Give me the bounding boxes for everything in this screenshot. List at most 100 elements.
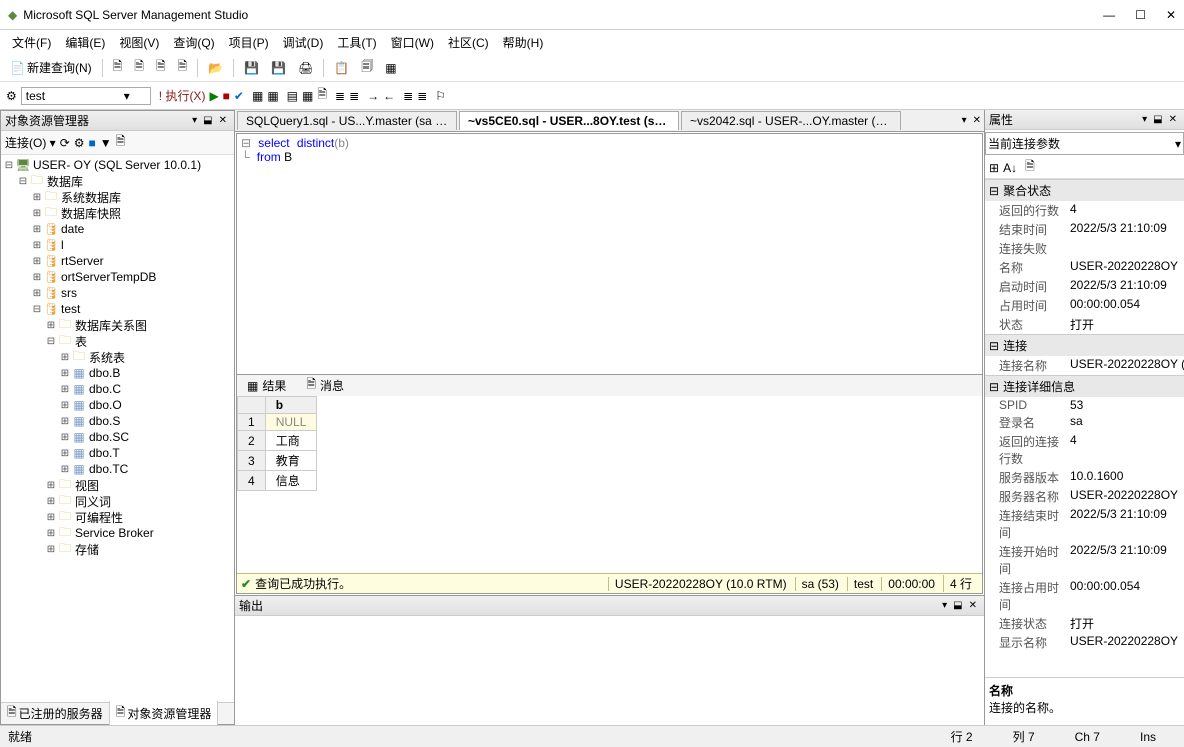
storage-node[interactable]: 存储 xyxy=(73,541,99,558)
open-button[interactable]: 📂 xyxy=(204,59,227,77)
programmability-node[interactable]: 可编程性 xyxy=(73,509,123,526)
tool-icon[interactable]: 🖨 xyxy=(294,59,317,77)
tool-icon[interactable]: ⚙ xyxy=(74,136,85,150)
pin-icon[interactable]: ⬓ xyxy=(200,115,215,126)
results-grid-button[interactable]: ▦ xyxy=(302,89,313,103)
tab-results[interactable]: ▦ 结果 xyxy=(237,375,296,396)
menu-community[interactable]: 社区(C) xyxy=(442,32,495,53)
connect-button[interactable]: 连接(O) ▾ xyxy=(5,134,56,151)
tool-icon[interactable]: ≣ xyxy=(403,89,413,103)
prop-row[interactable]: 返回的连接行数4 xyxy=(985,432,1184,468)
db-select[interactable]: test ▾ xyxy=(21,87,151,105)
db-node[interactable]: rtServer xyxy=(59,254,104,268)
menu-project[interactable]: 项目(P) xyxy=(223,32,275,53)
filter-icon[interactable]: ▼ xyxy=(100,136,112,150)
close-icon[interactable]: ✕ xyxy=(216,115,230,126)
close-button[interactable]: ✕ xyxy=(1166,8,1176,22)
close-icon[interactable]: ✕ xyxy=(1166,114,1180,125)
prop-row[interactable]: 连接开始时间2022/5/3 21:10:09 xyxy=(985,542,1184,578)
result-grid[interactable]: b 1NULL 2工商 3教育 4信息 xyxy=(237,396,982,573)
outdent-button[interactable]: ← xyxy=(383,89,395,103)
execute-button[interactable]: ! 执行(X) xyxy=(159,87,206,104)
results-text-button[interactable]: ▤ xyxy=(287,89,298,103)
tool-icon[interactable]: ■ xyxy=(89,136,96,150)
save-button[interactable]: 💾 xyxy=(240,59,263,77)
prop-category-aggregate[interactable]: ⊟ 聚合状态 xyxy=(985,179,1184,201)
tool-icon[interactable]: ≣ xyxy=(417,89,427,103)
stop-button[interactable]: ■ xyxy=(223,89,230,103)
menu-window[interactable]: 窗口(W) xyxy=(385,32,440,53)
cell[interactable]: NULL xyxy=(265,414,317,431)
tool-icon[interactable]: 🗎 xyxy=(174,55,192,80)
prop-row[interactable]: 显示名称USER-20220228OY xyxy=(985,633,1184,652)
tool-icon[interactable]: 🗎 xyxy=(130,55,148,80)
prop-row[interactable]: 连接名称USER-20220228OY ( xyxy=(985,356,1184,375)
prop-row[interactable]: 状态打开 xyxy=(985,315,1184,334)
table-node[interactable]: dbo.SC xyxy=(87,430,129,444)
categorize-icon[interactable]: ⊞ xyxy=(989,161,999,175)
menu-edit[interactable]: 编辑(E) xyxy=(59,32,111,53)
table-node[interactable]: dbo.C xyxy=(87,382,121,396)
prop-row[interactable]: 连接占用时间00:00:00.054 xyxy=(985,578,1184,614)
prop-row[interactable]: 结束时间2022/5/3 21:10:09 xyxy=(985,220,1184,239)
cell[interactable]: 工商 xyxy=(265,431,317,451)
table-node[interactable]: dbo.TC xyxy=(87,462,128,476)
prop-row[interactable]: 连接状态打开 xyxy=(985,614,1184,633)
save-all-button[interactable]: 💾 xyxy=(267,59,290,77)
menu-file[interactable]: 文件(F) xyxy=(6,32,57,53)
doc-tab[interactable]: ~vs2042.sql - USER-...OY.master (sa (52)… xyxy=(681,111,901,130)
prop-row[interactable]: 连接失败 xyxy=(985,239,1184,258)
table-node[interactable]: dbo.T xyxy=(87,446,120,460)
menu-view[interactable]: 视图(V) xyxy=(113,32,165,53)
prop-category-conndetail[interactable]: ⊟ 连接详细信息 xyxy=(985,375,1184,397)
prop-row[interactable]: 连接结束时间2022/5/3 21:10:09 xyxy=(985,506,1184,542)
maximize-button[interactable]: ☐ xyxy=(1135,8,1146,22)
output-body[interactable] xyxy=(235,616,984,724)
prop-row[interactable]: 登录名sa xyxy=(985,413,1184,432)
prop-row[interactable]: 占用时间00:00:00.054 xyxy=(985,296,1184,315)
tool-icon[interactable]: 🗎 xyxy=(152,55,170,80)
prop-category-connection[interactable]: ⊟ 连接 xyxy=(985,334,1184,356)
comment-button[interactable]: ≣ xyxy=(335,89,345,103)
sys-db-node[interactable]: 系统数据库 xyxy=(59,189,121,206)
cell[interactable]: 信息 xyxy=(265,471,317,491)
prop-page-icon[interactable]: 🗎 xyxy=(1025,157,1035,178)
parse-button[interactable]: ✔ xyxy=(234,89,244,103)
doc-tab-active[interactable]: ~vs5CE0.sql - USER...8OY.test (sa (53))* xyxy=(459,111,679,130)
tab-registered-servers[interactable]: 🗎 已注册的服务器 xyxy=(1,701,110,725)
sql-editor[interactable]: ⊟ select distinct(b) └ from B ▦ 结果 🗎 消息 … xyxy=(236,133,983,594)
panel-menu-icon[interactable]: ▾ xyxy=(1139,114,1150,125)
db-node[interactable]: ortServerTempDB xyxy=(59,270,156,284)
panel-menu-icon[interactable]: ▾ xyxy=(189,115,200,126)
synonyms-node[interactable]: 同义词 xyxy=(73,493,111,510)
tool-icon[interactable]: 🗎 xyxy=(109,55,127,80)
tool-icon[interactable]: ▦ xyxy=(252,89,263,103)
db-node[interactable]: l xyxy=(59,238,64,252)
tool-icon[interactable]: 🗐 xyxy=(357,55,377,80)
code-area[interactable]: ⊟ select distinct(b) └ from B xyxy=(237,134,982,374)
debug-button[interactable]: ▶ xyxy=(209,89,218,103)
diagrams-node[interactable]: 数据库关系图 xyxy=(73,317,147,334)
prop-row[interactable]: 名称USER-20220228OY xyxy=(985,258,1184,277)
results-file-button[interactable]: 🗎 xyxy=(317,85,327,106)
tool-icon[interactable]: 🗎 xyxy=(116,132,126,153)
tool-icon[interactable]: ▦ xyxy=(267,89,278,103)
prop-row[interactable]: 服务器名称USER-20220228OY xyxy=(985,487,1184,506)
prop-row[interactable]: SPID53 xyxy=(985,397,1184,413)
table-node[interactable]: dbo.B xyxy=(87,366,120,380)
tool-icon[interactable]: ⚐ xyxy=(435,89,446,103)
service-broker-node[interactable]: Service Broker xyxy=(73,526,154,540)
tool-icon[interactable]: ⟳ xyxy=(60,136,70,150)
col-header[interactable]: b xyxy=(265,397,317,414)
tab-messages[interactable]: 🗎 消息 xyxy=(296,373,354,398)
pin-icon[interactable]: ⬓ xyxy=(950,600,965,611)
sys-tables-node[interactable]: 系统表 xyxy=(87,349,125,366)
menu-tools[interactable]: 工具(T) xyxy=(331,32,382,53)
doc-tab[interactable]: SQLQuery1.sql - US...Y.master (sa (55)) xyxy=(237,111,457,130)
pin-icon[interactable]: ⬓ xyxy=(1150,114,1165,125)
cell[interactable]: 教育 xyxy=(265,451,317,471)
table-node[interactable]: dbo.S xyxy=(87,414,120,428)
properties-selector[interactable]: 当前连接参数▾ xyxy=(985,132,1184,155)
prop-row[interactable]: 服务器版本10.0.1600 xyxy=(985,468,1184,487)
db-node[interactable]: srs xyxy=(59,286,77,300)
